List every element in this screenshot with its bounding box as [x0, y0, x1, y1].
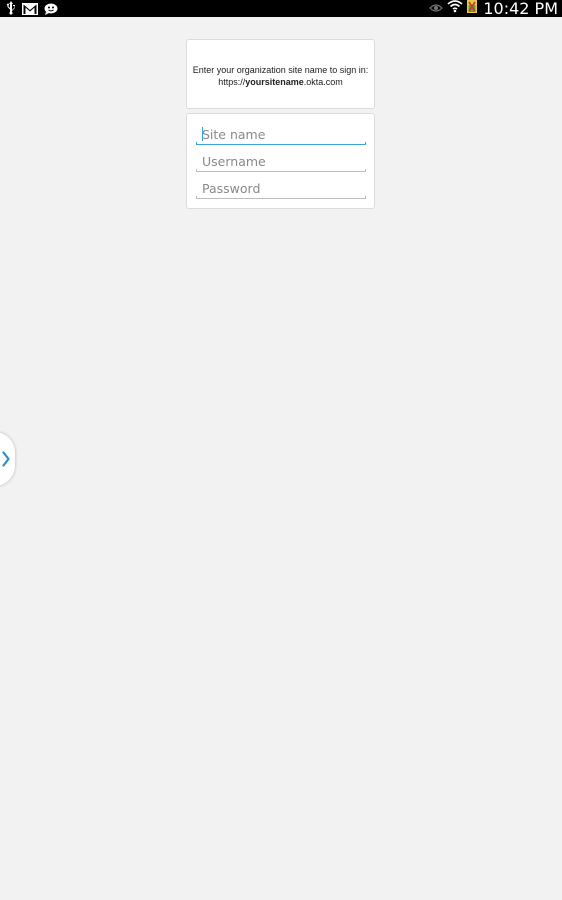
- gmail-icon: [22, 2, 38, 20]
- username-field[interactable]: [196, 152, 366, 172]
- status-bar: 10:42 PM: [0, 0, 562, 17]
- chevron-right-icon: [2, 451, 10, 467]
- sign-in-instructions: Enter your organization site name to sig…: [192, 65, 369, 75]
- username-input[interactable]: [196, 152, 366, 170]
- url-prefix: https://: [218, 77, 246, 87]
- battery-icon: [467, 0, 478, 18]
- chat-icon: [44, 2, 58, 20]
- wifi-icon: [447, 0, 463, 18]
- clock: 10:42 PM: [483, 0, 558, 18]
- site-name-underline: [196, 142, 366, 145]
- password-underline: [196, 196, 366, 199]
- status-bar-notifications: [6, 1, 58, 20]
- url-domain: .okta.com: [303, 77, 343, 87]
- password-field[interactable]: [196, 179, 366, 199]
- url-site-placeholder: yoursitename: [245, 77, 304, 87]
- password-input[interactable]: [196, 179, 366, 197]
- username-underline: [196, 169, 366, 172]
- eye-icon: [429, 0, 444, 18]
- sign-in-instructions-card: Enter your organization site name to sig…: [186, 39, 375, 109]
- side-drawer-handle[interactable]: [0, 432, 15, 486]
- sign-in-form: [186, 113, 375, 209]
- text-cursor: [202, 127, 203, 141]
- site-name-field[interactable]: [196, 125, 366, 145]
- site-name-input[interactable]: [196, 125, 366, 143]
- status-bar-system: 10:42 PM: [429, 0, 558, 17]
- usb-icon: [6, 1, 16, 20]
- site-url-example: https://yoursitename.okta.com: [187, 76, 374, 88]
